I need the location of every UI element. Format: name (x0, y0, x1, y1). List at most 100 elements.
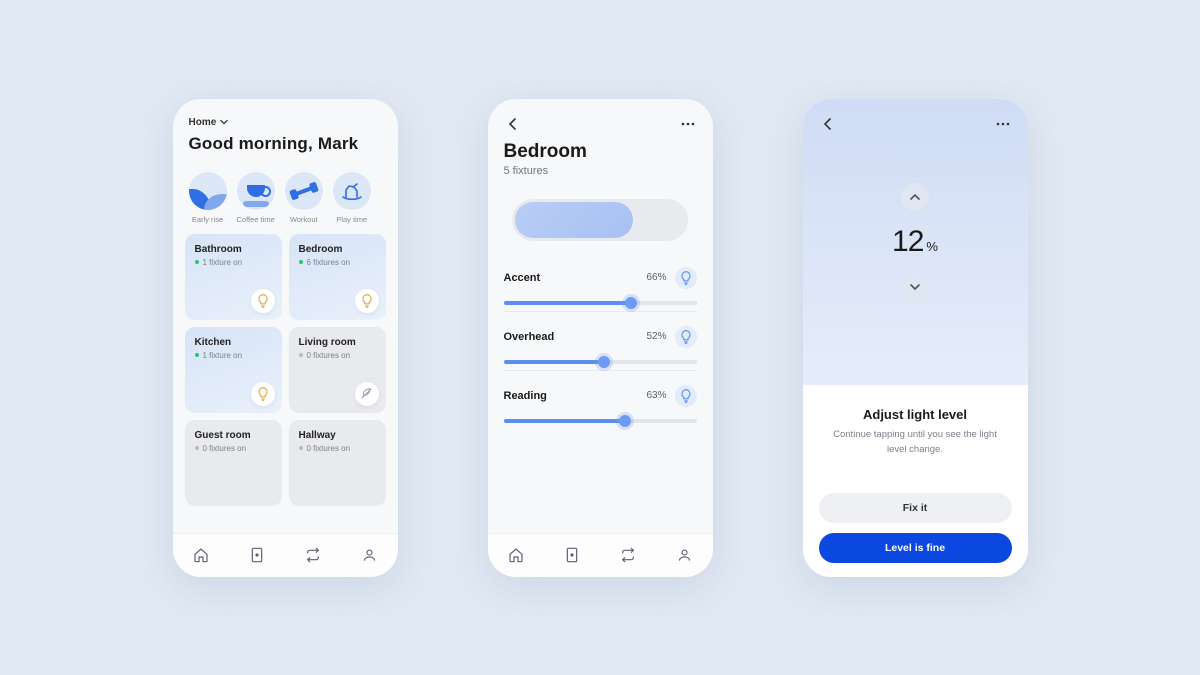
leaf-off-icon (360, 387, 373, 400)
back-button[interactable] (819, 115, 837, 133)
fixture-row: Overhead 52% (504, 312, 697, 371)
nav-devices[interactable] (559, 542, 585, 568)
slider-thumb[interactable] (625, 297, 637, 309)
dumbbell-icon (285, 172, 323, 210)
room-name: Bedroom (504, 141, 697, 163)
room-subtitle: 5 fixtures (504, 165, 697, 177)
coffee-icon (237, 172, 275, 210)
scene-coffee-time[interactable]: Coffee time (237, 172, 275, 224)
nav-profile[interactable] (671, 542, 697, 568)
room-card[interactable]: Kitchen1 fixture on (185, 327, 282, 413)
home-icon (508, 547, 524, 563)
scene-label: Play time (336, 215, 367, 224)
slider-thumb[interactable] (598, 356, 610, 368)
slider-thumb[interactable] (619, 415, 631, 427)
room-detail-screen: Bedroom 5 fixtures Accent 66% Overhead 52% R… (488, 99, 713, 577)
scene-workout[interactable]: Workout (285, 172, 323, 224)
fixture-power-button[interactable] (675, 385, 697, 407)
header (488, 99, 713, 141)
device-icon (250, 547, 264, 563)
room-power-button[interactable] (251, 382, 275, 406)
level-increase-button[interactable] (901, 183, 929, 211)
brightness-slider[interactable] (504, 419, 697, 423)
fixture-row: Reading 63% (504, 371, 697, 429)
chevron-up-icon (910, 193, 920, 201)
bulb-icon (680, 389, 692, 403)
fixture-name: Accent (504, 272, 541, 284)
room-card[interactable]: Living room0 fixtures on (289, 327, 386, 413)
room-status: 6 fixtures on (299, 258, 376, 267)
more-button[interactable] (994, 115, 1012, 133)
fixture-percent: 66% (646, 272, 666, 283)
fixture-percent: 52% (646, 331, 666, 342)
fixture-percent: 63% (646, 390, 666, 401)
room-power-button[interactable] (355, 382, 379, 406)
status-dot-icon (195, 353, 199, 357)
room-card[interactable]: Bathroom1 fixture on (185, 234, 282, 320)
bottom-nav (488, 533, 713, 577)
more-horizontal-icon (996, 122, 1010, 126)
repeat-icon (620, 547, 636, 563)
fixture-power-button[interactable] (675, 267, 697, 289)
scene-play-time[interactable]: Play time (333, 172, 371, 224)
room-power-button[interactable] (251, 289, 275, 313)
level-decrease-button[interactable] (901, 273, 929, 301)
room-status: 1 fixture on (195, 258, 272, 267)
fixture-name: Reading (504, 390, 547, 402)
device-icon (565, 547, 579, 563)
nav-automations[interactable] (615, 542, 641, 568)
room-power-button[interactable] (355, 289, 379, 313)
nav-home[interactable] (188, 542, 214, 568)
fixture-name: Overhead (504, 331, 555, 343)
room-card[interactable]: Guest room0 fixtures on (185, 420, 282, 506)
scene-early-rise[interactable]: Early rise (189, 172, 227, 224)
percent-symbol: % (926, 239, 938, 254)
brightness-slider[interactable] (504, 360, 697, 364)
room-name: Hallway (299, 430, 376, 441)
room-name: Bedroom (299, 244, 376, 255)
bulb-icon (257, 387, 269, 401)
back-button[interactable] (504, 115, 522, 133)
room-status: 1 fixture on (195, 351, 272, 360)
more-button[interactable] (679, 115, 697, 133)
scenes-row: Early rise Coffee time Workout Play time (173, 162, 398, 228)
nav-home[interactable] (503, 542, 529, 568)
action-panel: Adjust light level Continue tapping unti… (803, 385, 1028, 576)
brightness-slider[interactable] (504, 301, 697, 305)
room-heading: Bedroom 5 fixtures (488, 141, 713, 177)
room-card[interactable]: Bedroom 6 fixtures on (289, 234, 386, 320)
status-dot-icon (299, 446, 303, 450)
chevron-left-icon (823, 118, 833, 130)
nav-devices[interactable] (244, 542, 270, 568)
button-label: Fix it (903, 502, 928, 514)
greeting-text: Good morning, Mark (189, 134, 382, 154)
fixture-list: Accent 66% Overhead 52% Reading 63% (488, 249, 713, 429)
scene-label: Early rise (192, 215, 223, 224)
sunrise-icon (189, 172, 227, 210)
adjust-level-screen: 12 % Adjust light level Continue tapping… (803, 99, 1028, 577)
nav-profile[interactable] (356, 542, 382, 568)
fixture-power-button[interactable] (675, 326, 697, 348)
nav-automations[interactable] (300, 542, 326, 568)
bulb-icon (361, 294, 373, 308)
status-dot-icon (299, 353, 303, 357)
level-panel: 12 % (803, 99, 1028, 386)
user-icon (677, 547, 692, 563)
rooms-grid: Bathroom1 fixture on Bedroom 6 fixtures on… (173, 228, 398, 506)
panel-description: Continue tapping until you see the light… (819, 428, 1012, 457)
fix-it-button[interactable]: Fix it (819, 493, 1012, 523)
location-selector[interactable]: Home (189, 117, 382, 128)
scene-label: Workout (290, 215, 318, 224)
home-icon (193, 547, 209, 563)
slider-fill (504, 360, 604, 364)
chevron-left-icon (508, 118, 518, 130)
room-card[interactable]: Hallway0 fixtures on (289, 420, 386, 506)
button-label: Level is fine (885, 542, 945, 554)
room-master-toggle[interactable] (512, 199, 688, 241)
level-value: 12 (892, 225, 923, 259)
more-horizontal-icon (681, 122, 695, 126)
level-is-fine-button[interactable]: Level is fine (819, 533, 1012, 563)
level-display: 12 % (892, 225, 938, 259)
slider-fill (504, 419, 626, 423)
status-dot-icon (195, 260, 199, 264)
